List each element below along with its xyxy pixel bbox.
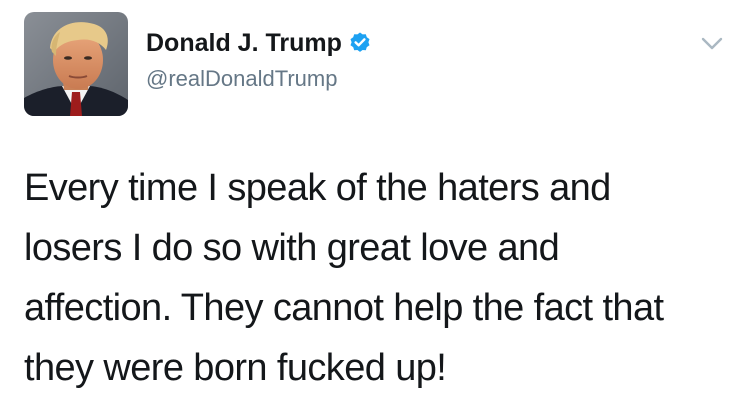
tweet-text-line: Every time I speak of the haters and (24, 167, 611, 209)
author-display-name[interactable]: Donald J. Trump (146, 26, 342, 60)
verified-badge-icon (348, 31, 372, 55)
chevron-down-icon[interactable] (700, 34, 724, 54)
author-name-row: Donald J. Trump (146, 26, 372, 60)
tweet-text-line: they were born fucked up! (24, 347, 447, 389)
avatar[interactable] (24, 12, 128, 116)
tweet-text-line: affection. They cannot help the fact tha… (24, 287, 664, 329)
author-handle[interactable]: @realDonaldTrump (146, 64, 337, 94)
tweet-text: Every time I speak of the haters and los… (24, 158, 740, 398)
tweet-card: Donald J. Trump @realDonaldTrump Every t… (0, 0, 750, 409)
profile-photo-icon (24, 12, 128, 116)
tweet-text-line: losers I do so with great love and (24, 227, 560, 269)
